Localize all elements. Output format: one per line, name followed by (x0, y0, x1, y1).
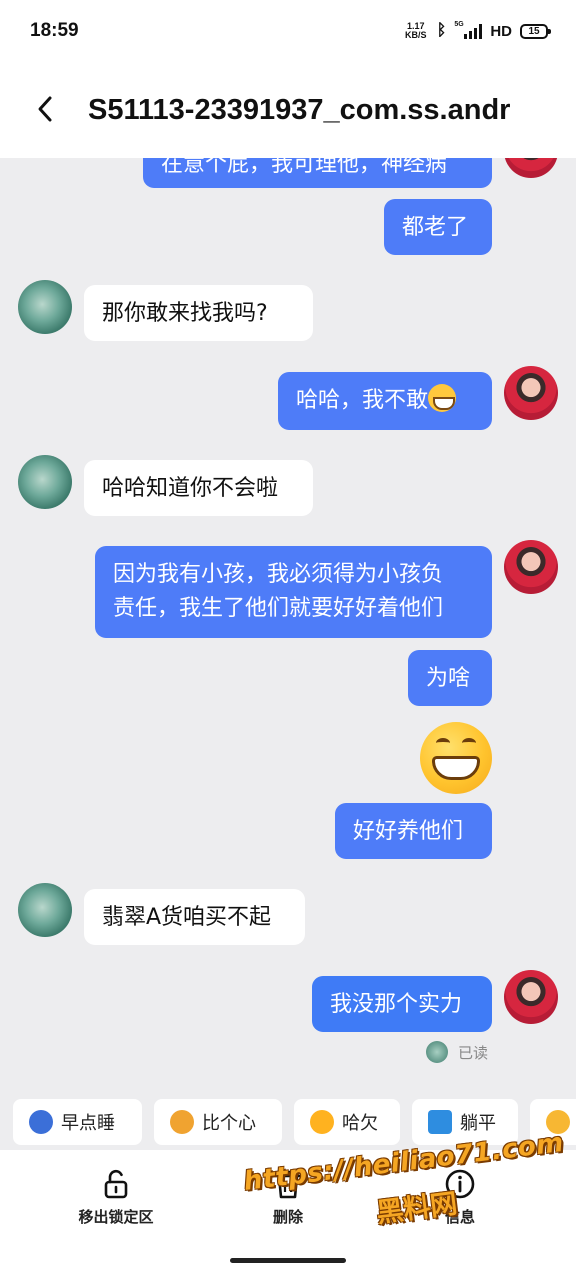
chat-header: S51113-23391937_com.ss.andr (0, 66, 576, 158)
info-icon (444, 1168, 476, 1200)
quick-reply-sticker[interactable] (530, 1099, 576, 1145)
battery-icon: 15 (520, 23, 551, 39)
message-bubble-incoming[interactable]: 那你敢来找我吗? (84, 285, 313, 341)
bottom-action-bar: 移出锁定区 删除 信息 (0, 1150, 576, 1280)
quick-reply-躺平[interactable]: 躺平 (412, 1099, 518, 1145)
moon-sleep-icon (29, 1110, 53, 1134)
message-bubble-outgoing[interactable]: 都老了 (384, 199, 492, 255)
status-time: 18:59 (30, 20, 79, 41)
unlock-icon (100, 1168, 132, 1200)
message-bubble-outgoing[interactable]: 我没那个实力 (312, 976, 492, 1032)
quick-reply-早点睡[interactable]: 早点睡 (13, 1099, 142, 1145)
yawn-face-icon (310, 1110, 334, 1134)
message-bubble-incoming[interactable]: 翡翠A货咱买不起 (84, 889, 305, 945)
battery-level: 15 (528, 25, 540, 37)
my-avatar[interactable] (504, 970, 558, 1024)
contact-avatar[interactable] (18, 455, 72, 509)
my-avatar[interactable] (504, 540, 558, 594)
grinning-face-emoji (428, 384, 457, 412)
quick-reply-比个心[interactable]: 比个心 (154, 1099, 282, 1145)
quick-reply-bar: 早点睡 比个心 哈欠 躺平 (0, 1096, 576, 1150)
read-status-label: 已读 (457, 1043, 488, 1062)
delete-button[interactable]: 删除 (218, 1168, 358, 1227)
message-list[interactable]: 在意个屁，我可理他，神经病 都老了 那你敢来找我吗? 哈哈，我不敢 哈哈知道你不… (0, 158, 576, 1090)
network-speed: 1.17 KB/S (404, 21, 427, 40)
contact-avatar[interactable] (18, 883, 72, 937)
message-bubble-outgoing[interactable]: 哈哈，我不敢 (278, 372, 492, 430)
message-bubble-outgoing[interactable]: 因为我有小孩，我必须得为小孩负 责任，我生了他们就要好好着他们 (95, 546, 492, 638)
back-arrow-icon[interactable] (30, 92, 64, 126)
status-bar: 18:59 1.17 KB/S ᛒ 5G HD 15 (0, 0, 576, 66)
my-avatar[interactable] (504, 366, 558, 420)
status-icons: 1.17 KB/S ᛒ 5G HD 15 (403, 21, 551, 40)
hd-indicator: HD (490, 22, 512, 40)
conversation-title: S51113-23391937_com.ss.andr (88, 94, 511, 126)
heart-hands-icon (170, 1110, 194, 1134)
trash-icon (272, 1168, 304, 1200)
read-receipt: 已读 (425, 1041, 488, 1063)
lie-flat-icon (428, 1110, 452, 1134)
home-indicator[interactable] (230, 1258, 346, 1263)
message-bubble-outgoing[interactable]: 为啥 (408, 650, 492, 706)
bluetooth-icon: ᛒ (436, 22, 447, 39)
info-button[interactable]: 信息 (390, 1168, 530, 1227)
contact-avatar[interactable] (18, 280, 72, 334)
message-bubble-incoming[interactable]: 哈哈知道你不会啦 (84, 460, 313, 516)
sticker-icon (546, 1110, 570, 1134)
grinning-face-emoji[interactable] (420, 722, 492, 794)
quick-reply-哈欠[interactable]: 哈欠 (294, 1099, 400, 1145)
unlock-button[interactable]: 移出锁定区 (46, 1168, 186, 1227)
message-bubble-outgoing[interactable]: 在意个屁，我可理他，神经病 (143, 158, 492, 188)
cellular-signal-icon: 5G (454, 21, 483, 39)
contact-mini-avatar (425, 1041, 448, 1063)
my-avatar[interactable] (504, 158, 558, 178)
message-bubble-outgoing[interactable]: 好好养他们 (335, 803, 492, 859)
